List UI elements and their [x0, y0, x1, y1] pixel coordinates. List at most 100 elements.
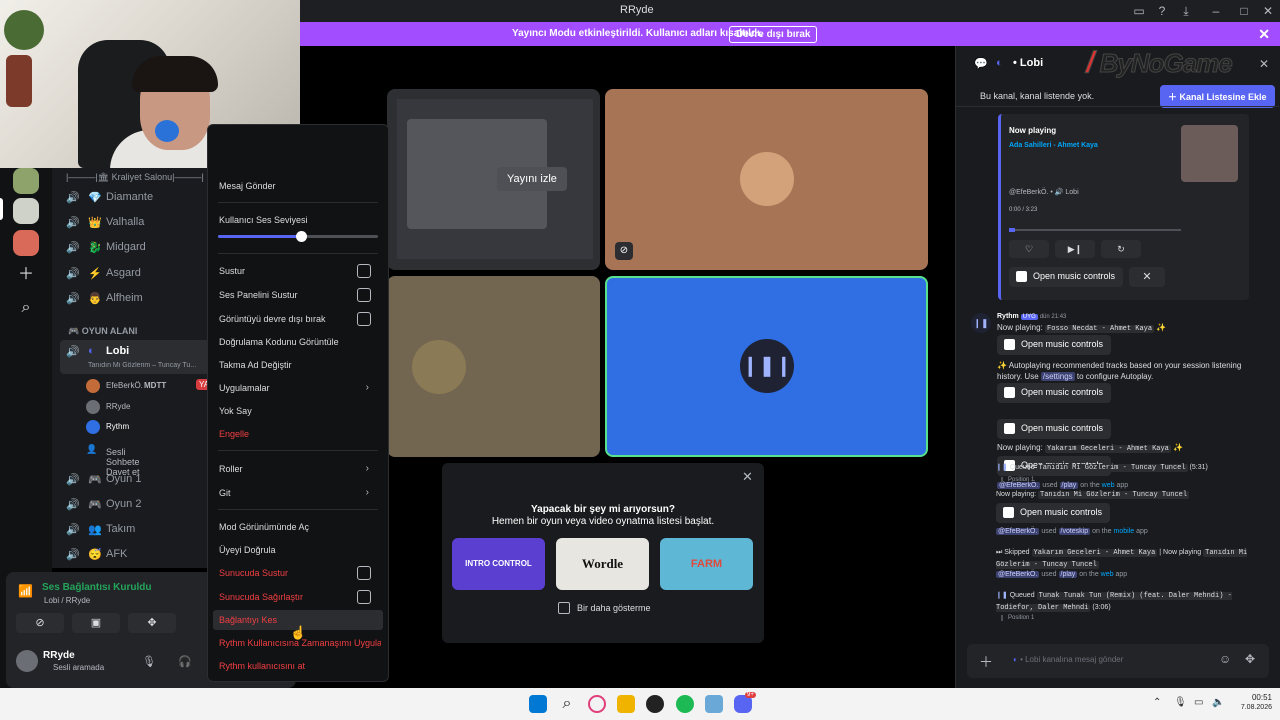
voice-status[interactable]: Ses Bağlantısı Kuruldu [42, 582, 151, 593]
avatar [86, 420, 100, 434]
menu-verify-member[interactable]: Üyeyi Doğrula [219, 545, 381, 555]
emoji-icon[interactable]: ☺ [1219, 652, 1231, 666]
soundboard-checkbox[interactable] [357, 288, 371, 302]
menu-block[interactable]: Engelle [219, 429, 381, 439]
speaking-tile[interactable]: ❙❚❙ [605, 276, 928, 457]
spotify-icon[interactable] [676, 695, 694, 713]
menu-server-mute[interactable]: Sunucuda Sustur [219, 566, 381, 580]
menu-roles[interactable]: Roller › [219, 463, 381, 474]
participant-tile[interactable] [387, 276, 600, 457]
screen-share-button[interactable]: ▣ [72, 613, 120, 633]
video-checkbox[interactable] [357, 312, 371, 326]
channel-label: Takım [106, 523, 136, 535]
add-to-channel-list-button[interactable]: ＋ Kanal Listesine Ekle [1160, 85, 1275, 108]
menu-go[interactable]: Git › [219, 487, 381, 498]
embed-time: 0:00 / 3:23 [1009, 207, 1038, 213]
dismiss-button[interactable]: ✕ [1129, 267, 1165, 287]
platform-link[interactable]: web [1102, 482, 1115, 489]
file-explorer-icon[interactable] [617, 695, 635, 713]
close-banner-icon[interactable]: ✕ [1258, 26, 1270, 43]
activities-button[interactable]: ✥ [128, 613, 176, 633]
explore-icon[interactable]: ⌕ [16, 298, 36, 318]
help-icon[interactable]: ? [1154, 3, 1170, 19]
open-music-controls-button[interactable]: Open music controls [1009, 267, 1124, 287]
menu-view-verification-code[interactable]: Doğrulama Kodunu Görüntüle [219, 337, 381, 347]
apps-icon[interactable]: ✥ [1245, 652, 1255, 666]
server-deafen-checkbox[interactable] [357, 590, 371, 604]
menu-kick[interactable]: Rythm kullanıcısını at [219, 661, 381, 671]
close-prompt-icon[interactable]: ✕ [742, 469, 753, 485]
menu-apps[interactable]: Uygulamalar › [219, 382, 381, 393]
search-icon[interactable]: ⌕ [558, 695, 576, 713]
settings-app-icon[interactable] [705, 695, 723, 713]
speaker-icon: 🔊 [66, 217, 80, 229]
message-input[interactable]: ＋ ◐ • Lobi kanalına mesaj gönder ☺ ✥ [967, 644, 1269, 678]
server-icon-3[interactable] [13, 230, 39, 256]
disable-streamer-mode-button[interactable]: Devre dışı bırak [729, 26, 818, 43]
voice-location[interactable]: Lobi / RRyde [44, 596, 90, 605]
camera-off-button[interactable]: ⊘ [16, 613, 64, 633]
close-window-icon[interactable]: ✕ [1260, 3, 1276, 19]
tray-microphone-icon[interactable]: 🎙 [1174, 697, 1187, 708]
open-music-controls-button[interactable]: Open music controls [997, 383, 1112, 403]
like-button[interactable]: ♡ [1009, 240, 1049, 258]
clock-time[interactable]: 00:51 [1246, 693, 1272, 702]
clock-date[interactable]: 7.08.2026 [1228, 704, 1272, 711]
opera-icon[interactable] [588, 695, 606, 713]
tray-network-icon[interactable]: ▭ [1194, 697, 1203, 708]
app-icon[interactable] [646, 695, 664, 713]
dont-show-checkbox[interactable] [558, 602, 570, 614]
game-card[interactable]: INTRO CONTROL [452, 538, 545, 590]
open-music-controls-button[interactable]: Open music controls [996, 503, 1111, 523]
maximize-icon[interactable]: □ [1236, 3, 1252, 19]
menu-mod-view[interactable]: Mod Görünümünde Aç [219, 522, 381, 532]
command-link[interactable]: /play [1059, 482, 1079, 489]
game-card[interactable]: FARM [660, 538, 753, 590]
menu-mute[interactable]: Sustur [219, 264, 381, 278]
server-icon-2[interactable] [13, 198, 39, 224]
game-card[interactable]: Wordle [556, 538, 649, 590]
attach-icon[interactable]: ＋ [979, 652, 993, 672]
thread-icon[interactable]: 💬 [974, 57, 988, 70]
menu-change-nickname[interactable]: Takma Ad Değiştir [219, 360, 381, 370]
menu-disconnect[interactable]: Bağlantıyı Kes [219, 615, 381, 625]
volume-slider-track[interactable] [218, 231, 378, 242]
menu-label: Git [219, 488, 231, 498]
windows-start-icon[interactable] [529, 695, 547, 713]
inbox-icon[interactable]: ▭ [1131, 3, 1147, 19]
mute-checkbox[interactable] [357, 264, 371, 278]
minimize-icon[interactable]: – [1208, 3, 1224, 19]
microphone-icon[interactable]: 🎙 [142, 655, 156, 668]
open-music-controls-button[interactable]: Open music controls [997, 335, 1112, 355]
category-oyun-alani[interactable]: 🎮 OYUN ALANI [68, 326, 137, 337]
window-title: RRyde [620, 4, 654, 16]
watch-stream-button[interactable]: Yayını izle [497, 167, 567, 191]
server-mute-checkbox[interactable] [357, 566, 371, 580]
participant-tile[interactable]: ⊘ [605, 89, 928, 270]
album-art [1181, 125, 1238, 182]
embed-track[interactable]: Ada Sahilleri - Ahmet Kaya [1009, 142, 1098, 149]
rythm-avatar[interactable]: ❙❚ [971, 313, 991, 333]
headphones-icon[interactable]: 🎧 [178, 655, 192, 668]
volume-slider-handle[interactable] [296, 231, 308, 242]
menu-disable-video[interactable]: Görüntüyü devre dışı bırak [219, 312, 381, 326]
menu-server-deafen[interactable]: Sunucuda Sağırlaştır [219, 590, 381, 604]
tray-volume-icon[interactable]: 🔈 [1212, 697, 1224, 708]
user-avatar[interactable] [16, 650, 38, 672]
stream-tile[interactable]: Yayını izle [387, 89, 600, 270]
skip-button[interactable]: ▶❙ [1055, 240, 1095, 258]
user-status: Sesli aramada [53, 663, 105, 672]
download-icon[interactable]: ⤓ [1178, 3, 1194, 19]
menu-ignore[interactable]: Yok Say [219, 406, 381, 416]
server-icon-1[interactable] [13, 168, 39, 194]
user-mention[interactable]: @EfeBerkÖ. [997, 482, 1041, 489]
open-music-controls-button[interactable]: Open music controls [997, 419, 1112, 439]
repeat-button[interactable]: ↻ [1101, 240, 1141, 258]
tray-chevron-icon[interactable]: ⌃ [1153, 697, 1161, 708]
close-chat-icon[interactable]: ✕ [1259, 57, 1269, 71]
menu-mute-soundboard[interactable]: Ses Panelini Sustur [219, 288, 381, 302]
author-name[interactable]: Rythm [997, 313, 1019, 320]
add-server-icon[interactable]: ＋ [16, 265, 36, 285]
menu-send-message[interactable]: Mesaj Gönder [219, 181, 381, 191]
command-link[interactable]: /settings [1040, 372, 1075, 381]
